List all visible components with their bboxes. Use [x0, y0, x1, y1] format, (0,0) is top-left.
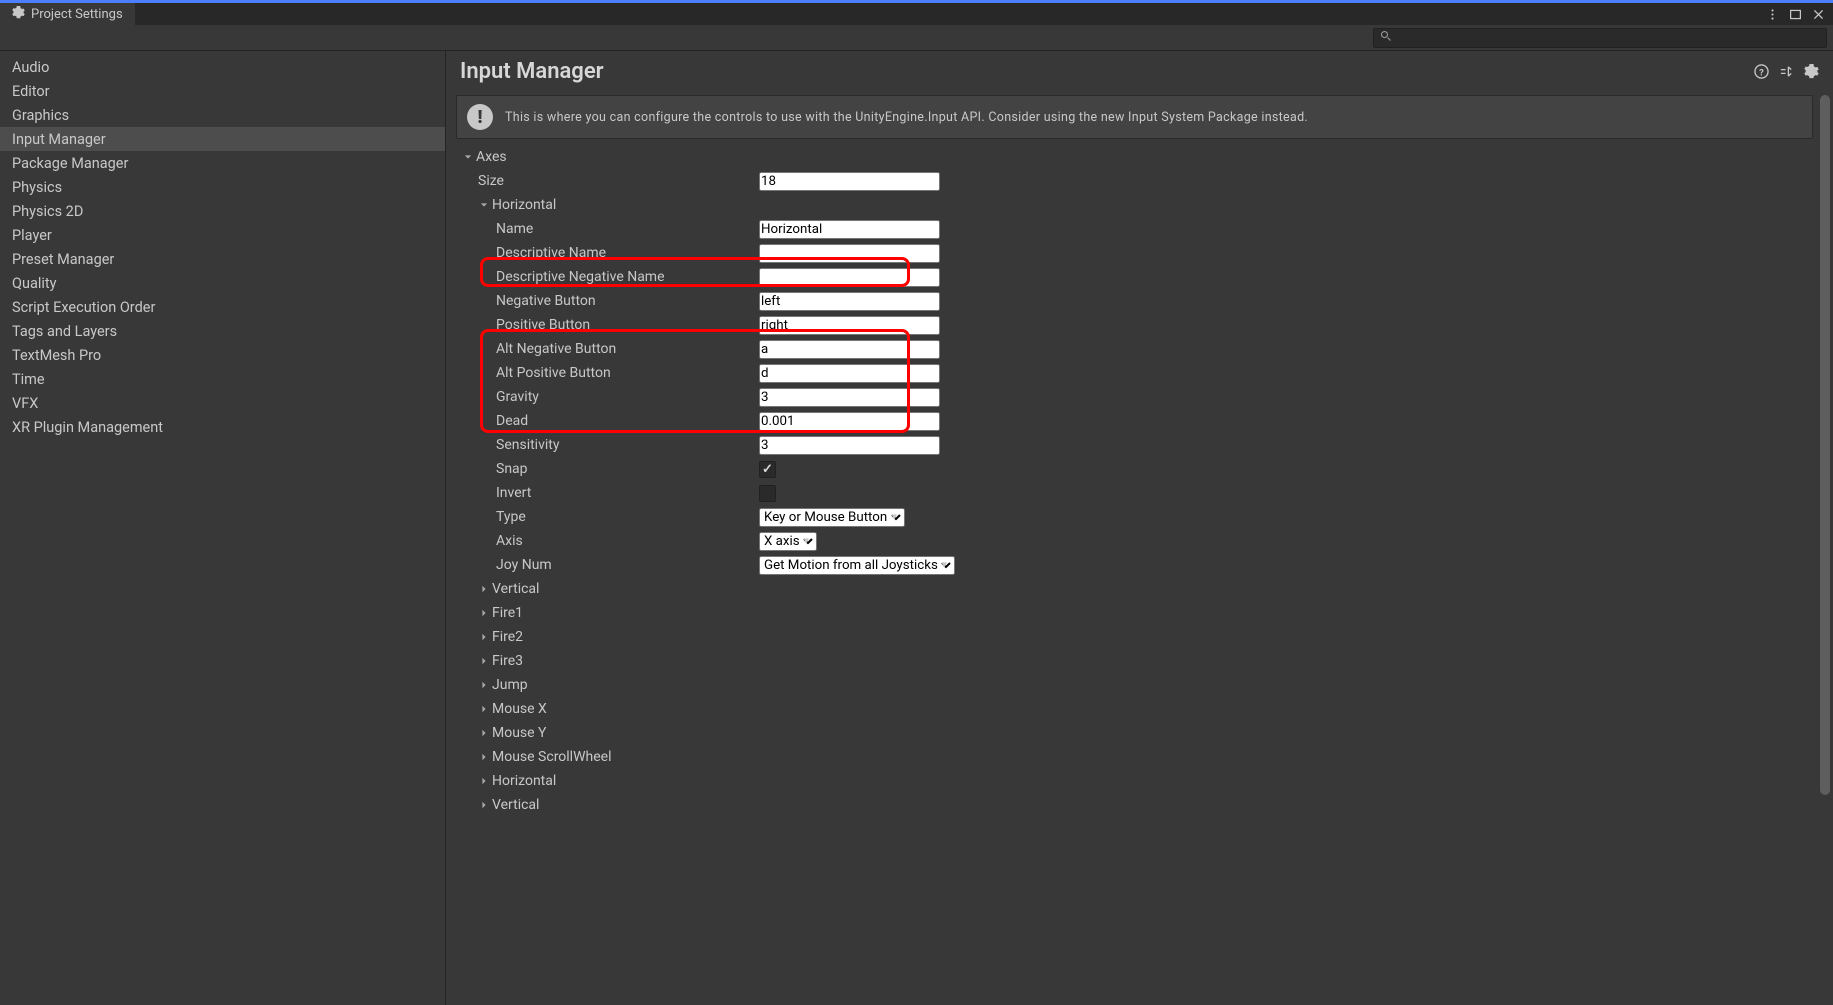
select-type[interactable]: Key or Mouse Button: [759, 508, 905, 527]
chevron-right-icon: [478, 729, 490, 737]
label-descriptive-name: Descriptive Name: [452, 241, 759, 265]
label-invert: Invert: [452, 481, 759, 505]
main-panel: Input Manager ? ! This is where you can …: [446, 51, 1833, 1005]
chevron-right-icon: [478, 633, 490, 641]
search-strip: [0, 25, 1833, 51]
input-negative-button[interactable]: [759, 292, 940, 311]
label-axis: Axis: [452, 529, 759, 553]
label-gravity: Gravity: [452, 385, 759, 409]
sidebar-item-audio[interactable]: Audio: [0, 55, 445, 79]
foldout-axis-jump-4[interactable]: Jump: [452, 673, 1813, 697]
sidebar-item-physics-2d[interactable]: Physics 2D: [0, 199, 445, 223]
select-joy-num[interactable]: Get Motion from all Joysticks: [759, 556, 955, 575]
chevron-down-icon: [462, 153, 474, 161]
sidebar-item-time[interactable]: Time: [0, 367, 445, 391]
close-icon[interactable]: [1812, 8, 1825, 21]
input-dead[interactable]: [759, 412, 940, 431]
info-text: This is where you can configure the cont…: [505, 110, 1308, 125]
label-joy-num: Joy Num: [452, 553, 759, 577]
sidebar-item-physics[interactable]: Physics: [0, 175, 445, 199]
search-icon: [1380, 30, 1392, 46]
input-positive-button[interactable]: [759, 316, 940, 335]
tab-project-settings[interactable]: Project Settings: [0, 3, 135, 25]
foldout-axis-fire2-2[interactable]: Fire2: [452, 625, 1813, 649]
more-icon[interactable]: [1766, 8, 1779, 21]
foldout-axis-vertical-9[interactable]: Vertical: [452, 793, 1813, 817]
info-box: ! This is where you can configure the co…: [456, 95, 1813, 139]
chevron-right-icon: [478, 609, 490, 617]
tab-title: Project Settings: [31, 7, 123, 22]
label-descriptive-negative-name: Descriptive Negative Name: [452, 265, 759, 289]
chevron-right-icon: [478, 657, 490, 665]
input-gravity[interactable]: [759, 388, 940, 407]
input-alt-positive-button[interactable]: [759, 364, 940, 383]
sidebar-item-script-execution-order[interactable]: Script Execution Order: [0, 295, 445, 319]
sidebar-item-input-manager[interactable]: Input Manager: [0, 127, 445, 151]
label-sensitivity: Sensitivity: [452, 433, 759, 457]
label-alt-negative-button: Alt Negative Button: [452, 337, 759, 361]
window-controls: [1766, 3, 1833, 25]
sidebar: Audio Editor Graphics Input Manager Pack…: [0, 51, 446, 1005]
chevron-right-icon: [478, 585, 490, 593]
foldout-axis-vertical-0[interactable]: Vertical: [452, 577, 1813, 601]
foldout-axis-fire1-1[interactable]: Fire1: [452, 601, 1813, 625]
foldout-horizontal[interactable]: Horizontal: [452, 193, 1813, 217]
label-name: Name: [452, 217, 759, 241]
select-axis[interactable]: X axis: [759, 532, 817, 551]
search-box[interactable]: [1373, 28, 1827, 48]
chevron-right-icon: [478, 753, 490, 761]
sidebar-item-textmesh-pro[interactable]: TextMesh Pro: [0, 343, 445, 367]
chevron-right-icon: [478, 705, 490, 713]
sidebar-item-preset-manager[interactable]: Preset Manager: [0, 247, 445, 271]
sidebar-item-vfx[interactable]: VFX: [0, 391, 445, 415]
foldout-axes[interactable]: Axes: [452, 145, 1813, 169]
foldout-axis-mouse-y-6[interactable]: Mouse Y: [452, 721, 1813, 745]
sidebar-item-quality[interactable]: Quality: [0, 271, 445, 295]
foldout-axis-horizontal-8[interactable]: Horizontal: [452, 769, 1813, 793]
chevron-down-icon: [478, 201, 490, 209]
settings-icon[interactable]: [1804, 64, 1819, 79]
checkbox-invert[interactable]: [759, 485, 776, 502]
sidebar-item-graphics[interactable]: Graphics: [0, 103, 445, 127]
chevron-right-icon: [478, 801, 490, 809]
sidebar-item-player[interactable]: Player: [0, 223, 445, 247]
scrollbar-thumb[interactable]: [1820, 95, 1830, 795]
label-snap: Snap: [452, 457, 759, 481]
chevron-right-icon: [478, 777, 490, 785]
input-descriptive-negative-name[interactable]: [759, 268, 940, 287]
input-alt-negative-button[interactable]: [759, 340, 940, 359]
input-sensitivity[interactable]: [759, 436, 940, 455]
chevron-right-icon: [478, 681, 490, 689]
label-positive-button: Positive Button: [452, 313, 759, 337]
titlebar: Project Settings: [0, 0, 1833, 25]
label-alt-positive-button: Alt Positive Button: [452, 361, 759, 385]
info-icon: !: [467, 104, 493, 130]
label-type: Type: [452, 505, 759, 529]
sidebar-item-package-manager[interactable]: Package Manager: [0, 151, 445, 175]
page-title: Input Manager: [460, 59, 1754, 84]
label-size: Size: [452, 169, 759, 193]
label-negative-button: Negative Button: [452, 289, 759, 313]
help-icon[interactable]: ?: [1754, 64, 1769, 79]
label-dead: Dead: [452, 409, 759, 433]
input-size[interactable]: [759, 172, 940, 191]
maximize-icon[interactable]: [1789, 8, 1802, 21]
input-name[interactable]: [759, 220, 940, 239]
svg-text:?: ?: [1759, 67, 1764, 78]
foldout-axis-mouse-scrollwheel-7[interactable]: Mouse ScrollWheel: [452, 745, 1813, 769]
checkbox-snap[interactable]: [759, 461, 776, 478]
input-descriptive-name[interactable]: [759, 244, 940, 263]
search-input[interactable]: [1398, 31, 1820, 45]
sidebar-item-tags-and-layers[interactable]: Tags and Layers: [0, 319, 445, 343]
preset-icon[interactable]: [1779, 64, 1794, 79]
foldout-axis-fire3-3[interactable]: Fire3: [452, 649, 1813, 673]
sidebar-item-xr-plugin-management[interactable]: XR Plugin Management: [0, 415, 445, 439]
sidebar-item-editor[interactable]: Editor: [0, 79, 445, 103]
gear-icon: [12, 6, 25, 23]
foldout-axis-mouse-x-5[interactable]: Mouse X: [452, 697, 1813, 721]
